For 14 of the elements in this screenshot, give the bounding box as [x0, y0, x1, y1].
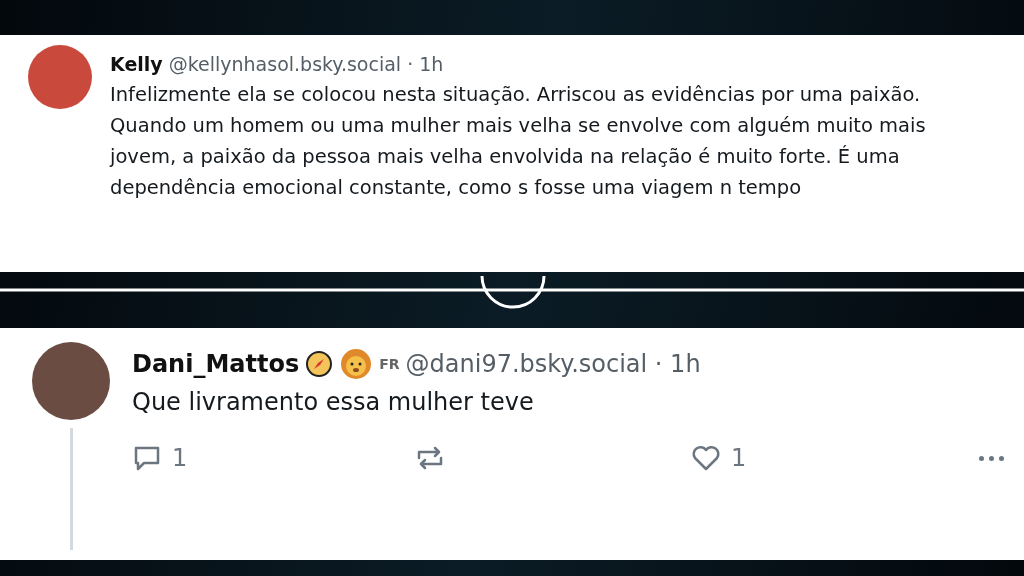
lion-face-icon — [339, 348, 374, 380]
compass-icon — [305, 350, 334, 378]
like-button[interactable]: 1 — [691, 444, 791, 472]
heart-icon — [691, 444, 721, 472]
post-text: Que livramento essa mulher teve — [132, 387, 535, 418]
reply-button[interactable]: 1 — [132, 444, 414, 472]
comment-icon — [132, 444, 162, 472]
handle-and-time: @kellynhasol.bsky.social · 1h — [168, 53, 444, 75]
handle-and-time: @dani97.bsky.social · 1h — [405, 350, 701, 378]
author-name: Kelly — [110, 53, 163, 75]
more-options-button[interactable] — [979, 455, 1004, 461]
post-text: Infelizmente ela se colocou nesta situação. Arriscou as evidências por uma paixão. Quando um homem ou uma mulher mais velha se envolve com alguém muito mais jovem, a paixão da pessoa mais velha envolvida na relação é muito forte. É uma dependência emocional constante, como s fosse uma viagem n tempo — [110, 82, 927, 201]
country-code: FR — [379, 356, 400, 372]
author-name: Dani_Mattos — [132, 350, 300, 378]
